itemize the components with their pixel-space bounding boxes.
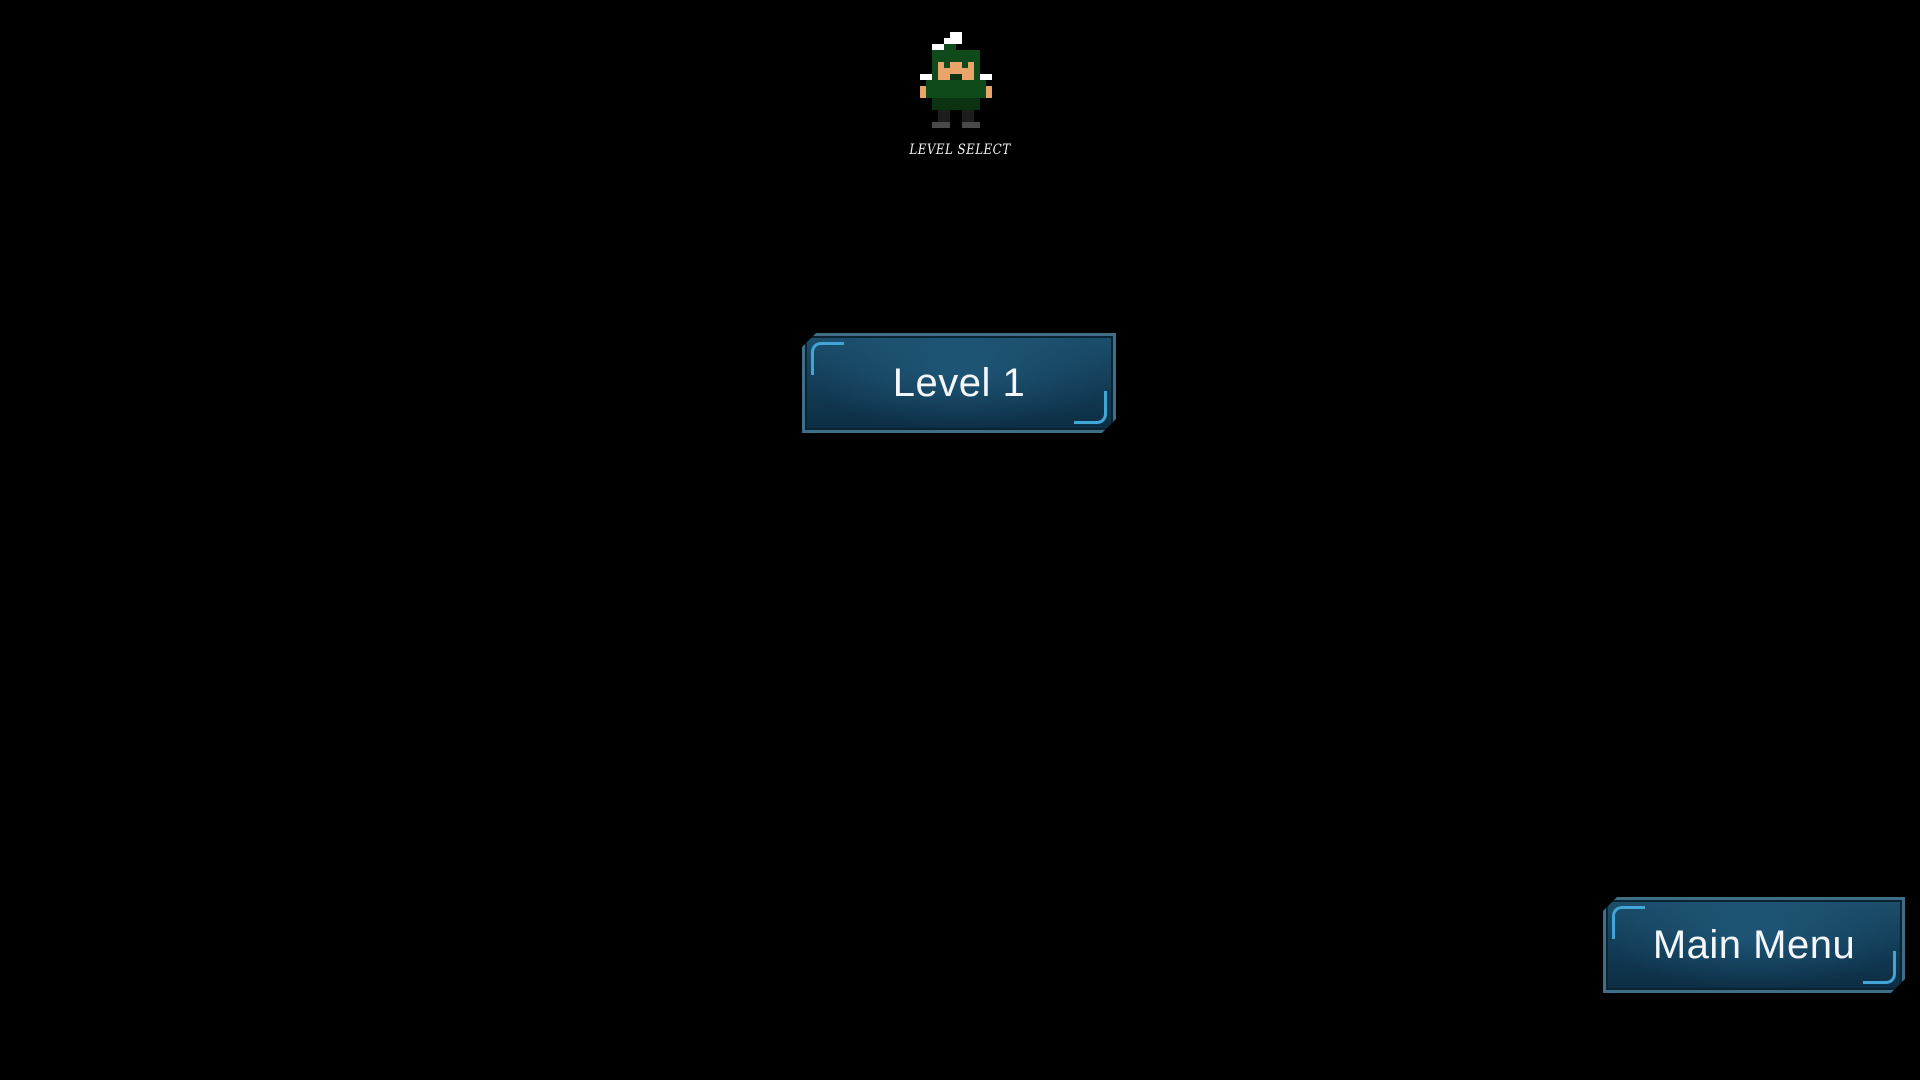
level-1-label: Level 1 [892, 360, 1026, 405]
main-menu-label: Main Menu [1652, 922, 1856, 967]
level-1-button[interactable]: Level 1 [802, 333, 1116, 433]
screen-title: LEVEL SELECT [909, 142, 1011, 158]
level-select-screen: LEVEL SELECT Level 1 Main Menu [0, 0, 1920, 1080]
green-hooded-character-icon [920, 32, 998, 140]
main-menu-button[interactable]: Main Menu [1603, 897, 1905, 993]
